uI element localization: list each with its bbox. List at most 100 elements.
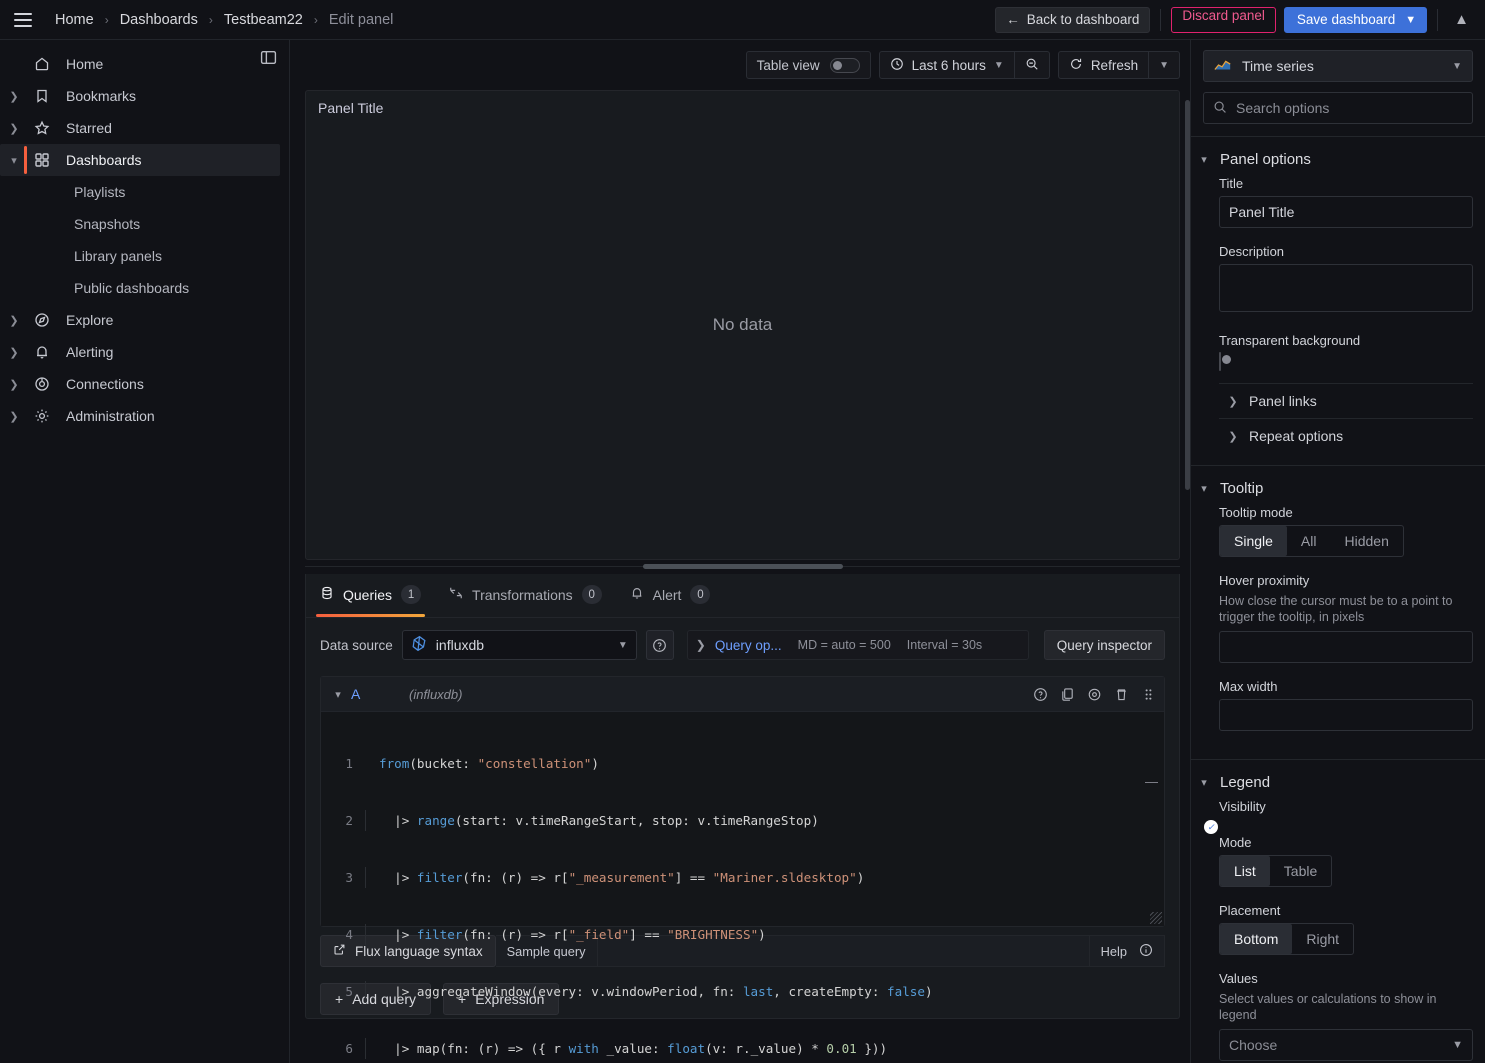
- query-options-bar: ❯ Query op... MD = auto = 500 Interval =…: [686, 630, 1029, 660]
- legend-placement-right[interactable]: Right: [1292, 924, 1353, 954]
- drag-handle-icon[interactable]: [1141, 687, 1156, 702]
- flux-code-editor[interactable]: 1 from(bucket: "constellation") 2 |> rang…: [321, 711, 1164, 1059]
- expand-caret-icon[interactable]: ❯: [696, 638, 715, 652]
- legend-mode-table[interactable]: Table: [1270, 856, 1331, 886]
- chevron-down-icon[interactable]: ▼: [1405, 14, 1416, 26]
- tab-alert[interactable]: Alert 0: [630, 574, 711, 617]
- panel-description-input[interactable]: [1219, 264, 1473, 312]
- tab-alert-label: Alert: [652, 586, 682, 603]
- breadcrumb-testbeam22[interactable]: Testbeam22: [220, 10, 307, 30]
- line-number: 1: [345, 756, 353, 771]
- expand-caret-icon[interactable]: ❯: [0, 314, 28, 327]
- data-source-help-icon[interactable]: [645, 630, 674, 660]
- tooltip-mode-all[interactable]: All: [1287, 526, 1331, 556]
- data-source-picker[interactable]: influxdb ▼: [401, 630, 637, 660]
- expand-caret-icon[interactable]: ❯: [0, 410, 28, 423]
- sidebar-item-administration[interactable]: ❯ Administration: [0, 400, 280, 432]
- sidebar-item-dashboards[interactable]: ▾ Dashboards: [0, 144, 280, 176]
- sidebar-item-home[interactable]: Home: [0, 48, 280, 80]
- collapse-toolbar-icon[interactable]: ▲: [1448, 8, 1475, 31]
- sidebar-item-label: Explore: [66, 312, 114, 328]
- tab-transformations-label: Transformations: [472, 586, 573, 603]
- database-icon: [320, 586, 334, 603]
- search-options-input[interactable]: Search options: [1203, 92, 1473, 124]
- sidebar-item-snapshots[interactable]: Snapshots: [0, 208, 289, 240]
- copy-icon[interactable]: [1060, 687, 1075, 702]
- sidebar-item-starred[interactable]: ❯ Starred: [0, 112, 280, 144]
- back-to-dashboard-button[interactable]: ← Back to dashboard: [995, 6, 1151, 33]
- sidebar-item-public-dashboards[interactable]: Public dashboards: [0, 272, 289, 304]
- legend-mode-list[interactable]: List: [1220, 856, 1270, 886]
- legend-values-placeholder: Choose: [1229, 1037, 1278, 1053]
- editor-resize-handle[interactable]: [1150, 912, 1162, 924]
- tab-queries[interactable]: Queries 1: [315, 574, 426, 617]
- trash-icon[interactable]: [1114, 687, 1129, 702]
- pane-resize-handle[interactable]: [305, 560, 1180, 574]
- discard-panel-button[interactable]: Discard panel: [1171, 6, 1276, 33]
- bell-icon: [630, 586, 644, 603]
- sidebar-item-library-panels[interactable]: Library panels: [0, 240, 289, 272]
- sidebar-item-connections[interactable]: ❯ Connections: [0, 368, 280, 400]
- chevron-down-icon[interactable]: ▾: [325, 688, 351, 701]
- repeat-options-row[interactable]: ❯ Repeat options: [1219, 418, 1473, 453]
- question-circle-icon[interactable]: [1033, 687, 1048, 702]
- hamburger-menu-icon[interactable]: [9, 6, 37, 34]
- legend-placement-bottom[interactable]: Bottom: [1220, 924, 1293, 954]
- refresh-interval-dropdown[interactable]: ▼: [1149, 52, 1179, 78]
- tooltip-mode-single[interactable]: Single: [1220, 526, 1287, 556]
- max-width-input[interactable]: [1219, 699, 1473, 731]
- time-range-picker[interactable]: Last 6 hours ▼: [880, 52, 1014, 78]
- back-to-dashboard-label: Back to dashboard: [1026, 12, 1140, 27]
- panel-title-input[interactable]: [1219, 196, 1473, 228]
- expand-caret-icon[interactable]: ❯: [0, 346, 28, 359]
- transparent-background-toggle[interactable]: [1219, 352, 1231, 371]
- section-legend[interactable]: ▾ Legend: [1191, 760, 1485, 799]
- options-inner: Time series ▼ Search options ▾ Panel opt…: [1191, 40, 1485, 1061]
- sidebar-item-alerting[interactable]: ❯ Alerting: [0, 336, 280, 368]
- query-options-label[interactable]: Query op...: [715, 638, 782, 653]
- breadcrumb-dashboards[interactable]: Dashboards: [116, 10, 202, 30]
- code-fold-indicator: —: [1145, 774, 1158, 789]
- tooltip-body: Tooltip mode Single All Hidden Hover pro…: [1191, 505, 1485, 747]
- sidebar-item-playlists[interactable]: Playlists: [0, 176, 289, 208]
- max-width-label: Max width: [1219, 679, 1278, 694]
- panel-links-row[interactable]: ❯ Panel links: [1219, 383, 1473, 418]
- tooltip-mode-hidden[interactable]: Hidden: [1330, 526, 1402, 556]
- query-inspector-button[interactable]: Query inspector: [1043, 630, 1165, 660]
- zoom-out-button[interactable]: [1015, 52, 1049, 78]
- collapse-caret-icon[interactable]: ▾: [0, 154, 28, 167]
- flux-code[interactable]: 1 from(bucket: "constellation") 2 |> rang…: [321, 716, 1164, 1063]
- divider: [1160, 8, 1162, 31]
- expand-caret-icon[interactable]: ❯: [0, 90, 28, 103]
- line-number: 6: [345, 1041, 353, 1056]
- expand-caret-icon[interactable]: ❯: [0, 378, 28, 391]
- line-number: 2: [345, 813, 353, 828]
- section-panel-options[interactable]: ▾ Panel options: [1191, 137, 1485, 176]
- table-view-toggle[interactable]: Table view: [745, 51, 871, 79]
- sidebar-item-label: Alerting: [66, 344, 114, 360]
- section-tooltip-title: Tooltip: [1220, 480, 1264, 497]
- sidebar-item-explore[interactable]: ❯ Explore: [0, 304, 280, 336]
- legend-values-description: Select values or calculations to show in…: [1219, 992, 1437, 1022]
- legend-mode-radio-group: List Table: [1219, 855, 1333, 887]
- sidebar-item-bookmarks[interactable]: ❯ Bookmarks: [0, 80, 280, 112]
- eye-icon[interactable]: [1087, 687, 1102, 702]
- breadcrumb-edit-panel: Edit panel: [328, 11, 394, 28]
- section-tooltip[interactable]: ▾ Tooltip: [1191, 466, 1485, 505]
- breadcrumb-separator: ›: [208, 12, 213, 27]
- visualization-type-label: Time series: [1242, 58, 1314, 74]
- table-view-switch[interactable]: [829, 57, 860, 73]
- line-number: 3: [345, 870, 353, 885]
- breadcrumb-home[interactable]: Home: [51, 10, 98, 30]
- expand-caret-icon[interactable]: ❯: [0, 122, 28, 135]
- refresh-button[interactable]: Refresh: [1059, 52, 1148, 78]
- panel-edit-main: Table view Last 6 hours ▼ Refresh ▼ Pane…: [290, 40, 1195, 1063]
- title-field-label: Title: [1219, 176, 1244, 191]
- visualization-type-picker[interactable]: Time series ▼: [1203, 50, 1473, 82]
- save-dashboard-button[interactable]: Save dashboard ▼: [1283, 6, 1428, 33]
- query-ref-id[interactable]: A: [351, 686, 377, 702]
- code-line: 3 |> filter(fn: (r) => r["_measurement"]…: [321, 867, 1164, 888]
- legend-values-select[interactable]: Choose ▼: [1219, 1029, 1473, 1061]
- tab-transformations[interactable]: Transformations 0: [449, 574, 602, 617]
- hover-proximity-input[interactable]: [1219, 631, 1473, 663]
